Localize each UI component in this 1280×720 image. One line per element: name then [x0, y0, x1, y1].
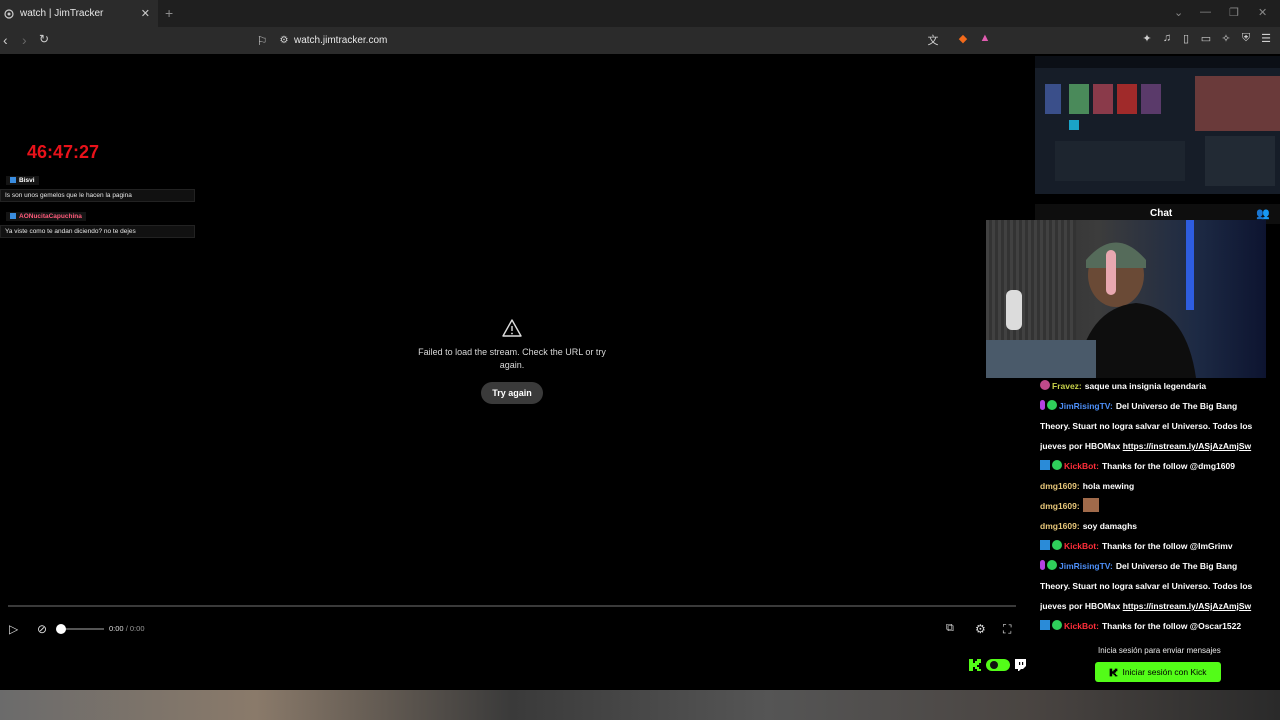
overlay-message-text: Is son unos gemelos que le hacen la pagi… [0, 189, 195, 202]
extensions-icon[interactable]: ✦ [1140, 32, 1154, 46]
chat-line: dmg1609: soy damaghs [1040, 521, 1138, 531]
forward-icon[interactable]: › [22, 32, 27, 48]
login-with-kick-button[interactable]: Iniciar sesión con Kick [1095, 662, 1221, 682]
mute-icon[interactable]: ⊘ [37, 622, 47, 636]
chat-link[interactable]: https://instream.ly/ASjAzAmjSw [1123, 441, 1251, 451]
leo-ai-icon[interactable]: ✧ [1219, 32, 1233, 46]
try-again-button[interactable]: Try again [481, 382, 543, 404]
login-prompt: Inicia sesión para enviar mensajes [1098, 646, 1221, 655]
toggle-icon[interactable] [986, 659, 1010, 671]
chat-line: dmg1609: hola mewing [1040, 481, 1135, 491]
chat-line: Theory. Stuart no logra salvar el Univer… [1040, 421, 1253, 431]
verified-badge-icon [1052, 620, 1062, 630]
pip-icon[interactable]: ⧉ [946, 622, 954, 635]
seek-bar[interactable] [8, 605, 1016, 607]
browser-tab[interactable]: watch | JimTracker ✕ [0, 0, 158, 27]
brave-rewards-icon[interactable]: ▲ [978, 32, 992, 46]
badge-icon [10, 177, 16, 183]
site-favicon-icon [4, 8, 14, 19]
stream-timer: 46:47:27 [27, 142, 100, 162]
chat-line: KickBot: Thanks for the follow @ImGrimv [1040, 536, 1280, 556]
media-icon[interactable]: ♫ [1160, 32, 1174, 46]
volume-slider[interactable] [60, 628, 104, 630]
volume-knob[interactable] [56, 624, 66, 634]
sidebar-icon[interactable]: ▯ [1179, 32, 1193, 46]
chat-line: JimRisingTV: Del Universo de The Big Bang [1040, 556, 1280, 576]
browser-toolbar: ‹ › ↻ ⚐ ⚙ watch.jimtracker.com 文 ◆ ▲ ✦ ♫… [0, 27, 1280, 54]
overlay-username: AONucitaCapuchina [6, 211, 86, 221]
time-display: 0:00 / 0:00 [109, 624, 145, 633]
users-icon[interactable]: 👥 [1256, 207, 1270, 220]
bot-badge-icon [1040, 620, 1050, 630]
chat-line: Theory. Stuart no logra salvar el Univer… [1040, 581, 1253, 591]
tab-search-icon[interactable]: ⌄ [1174, 6, 1183, 19]
chat-messages: Fravez: saque una insignia legendaria Jim… [1040, 376, 1280, 636]
play-icon[interactable]: ▷ [9, 622, 18, 636]
chat-line: KickBot: Thanks for the follow @dmg1609 [1040, 456, 1280, 476]
chat-line: dmg1609: [1040, 496, 1280, 516]
stream-thumbnail [1035, 56, 1280, 194]
badge-icon [10, 213, 16, 219]
reload-icon[interactable]: ↻ [39, 32, 49, 46]
new-tab-button[interactable]: + [165, 5, 173, 21]
mic-badge-icon [1040, 400, 1045, 410]
twitch-logo-icon [1015, 659, 1026, 671]
mic-badge-icon [1040, 560, 1045, 570]
kick-logo-icon [969, 659, 981, 671]
stream-preview [1035, 56, 1280, 194]
badge-icon [1040, 380, 1050, 390]
verified-badge-icon [1047, 400, 1057, 410]
chat-link[interactable]: https://instream.ly/ASjAzAmjSw [1123, 601, 1251, 611]
verified-badge-icon [1052, 540, 1062, 550]
url-text: watch.jimtracker.com [294, 35, 388, 46]
address-bar[interactable]: ⚐ ⚙ watch.jimtracker.com [250, 30, 1002, 51]
warning-icon [502, 319, 522, 337]
kick-logo-icon [1110, 668, 1118, 676]
verified-badge-icon [1052, 460, 1062, 470]
overlay-message-text: Ya viste como te andan diciendo? no te d… [0, 225, 195, 238]
platform-logos [968, 658, 1026, 672]
settings-icon[interactable]: ⚙ [975, 622, 986, 636]
site-info-icon[interactable]: ⚙ [274, 35, 294, 46]
bookmark-icon[interactable]: ⚐ [250, 34, 274, 48]
fullscreen-icon[interactable]: ⛶ [1003, 622, 1011, 637]
overlay-message: Bisvi Is son unos gemelos que le hacen l… [0, 170, 195, 202]
overlay-username: Bisvi [6, 175, 39, 185]
overlay-chat: Bisvi Is son unos gemelos que le hacen l… [0, 170, 195, 242]
bot-badge-icon [1040, 540, 1050, 550]
emote-icon [1082, 498, 1099, 512]
brave-shield-icon[interactable]: ◆ [956, 32, 970, 46]
video-player[interactable] [0, 54, 1032, 690]
chat-line: jueves por HBOMax https://instream.ly/AS… [1040, 601, 1252, 611]
webcam-image [986, 220, 1196, 378]
back-icon[interactable]: ‹ [3, 32, 8, 48]
vpn-icon[interactable]: ⛨ [1239, 32, 1253, 46]
error-message: Failed to load the stream. Check the URL… [418, 347, 606, 370]
webcam-overlay [986, 220, 1266, 378]
verified-badge-icon [1047, 560, 1057, 570]
chat-line: JimRisingTV: Del Universo de The Big Bang [1040, 396, 1280, 416]
overlay-message: AONucitaCapuchina Ya viste como te andan… [0, 206, 195, 238]
menu-icon[interactable]: ☰ [1259, 32, 1273, 46]
chat-line: Fravez: saque una insignia legendaria [1040, 376, 1280, 396]
close-window-button[interactable]: ✕ [1258, 6, 1267, 19]
close-tab-icon[interactable]: ✕ [141, 7, 150, 20]
chat-title: Chat [1150, 208, 1173, 219]
translate-icon[interactable]: 文 [926, 32, 940, 47]
tab-title: watch | JimTracker [20, 8, 104, 19]
chat-line: KickBot: Thanks for the follow @Oscar1522 [1040, 616, 1280, 636]
maximize-button[interactable]: ❐ [1229, 6, 1239, 19]
minimize-button[interactable]: — [1200, 6, 1211, 18]
chat-line: jueves por HBOMax https://instream.ly/AS… [1040, 441, 1252, 451]
bot-badge-icon [1040, 460, 1050, 470]
wallet-icon[interactable]: ▭ [1199, 32, 1213, 46]
tab-bar: watch | JimTracker ✕ + ⌄ — ❐ ✕ [0, 0, 1280, 27]
background-desktop [0, 690, 1280, 720]
